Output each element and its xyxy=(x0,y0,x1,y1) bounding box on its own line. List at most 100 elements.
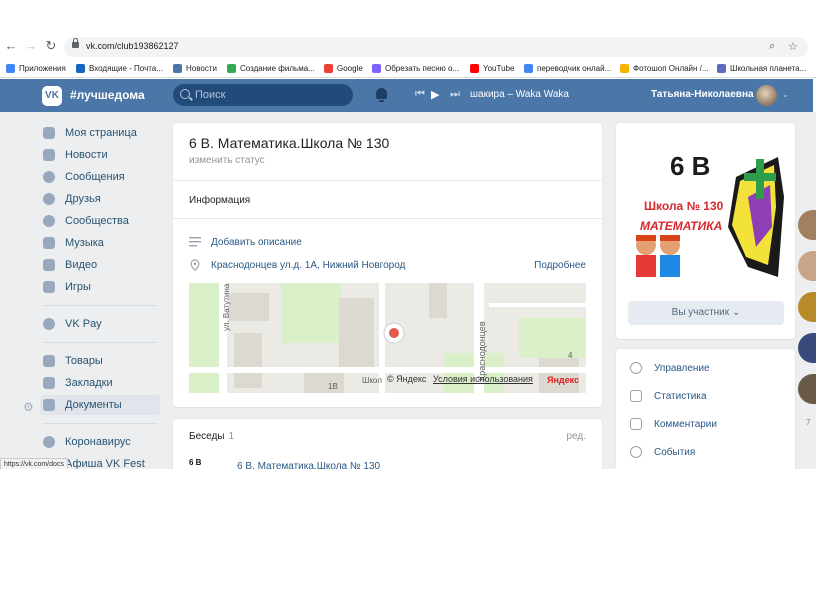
bookmark-star-icon[interactable]: ☆ xyxy=(788,40,798,53)
menu-item-my-page[interactable]: Моя страница xyxy=(40,123,160,143)
photoshop-icon xyxy=(620,63,629,73)
chats-header[interactable]: Беседы 1 xyxy=(189,431,234,442)
menu-item-coronavirus[interactable]: Коронавирус xyxy=(40,432,160,452)
zoom-icon[interactable]: ⌕ xyxy=(769,40,775,53)
map-building-label: 4 xyxy=(568,351,573,360)
mail-icon xyxy=(76,63,85,73)
cover-title: 6 В xyxy=(670,151,711,181)
location-map[interactable]: ул. Ватутина Краснодонцев 1В Школ 4 © Ян… xyxy=(189,283,586,393)
bookmarks-icon xyxy=(43,377,55,389)
chevron-down-icon: ⌄ xyxy=(731,307,741,318)
reload-icon[interactable]: ↻ xyxy=(44,39,58,53)
film-icon xyxy=(227,63,236,73)
gear-icon xyxy=(630,362,642,374)
current-track[interactable]: шакира – Waka Waka xyxy=(470,89,569,100)
manage-item-statistics[interactable]: Статистика xyxy=(630,390,707,402)
map-terms-link[interactable]: Условия использования xyxy=(433,374,533,384)
menu-item-friends[interactable]: Друзья xyxy=(40,189,160,209)
bell-icon[interactable] xyxy=(376,88,387,102)
menu-item-vkpay[interactable]: VK Pay xyxy=(40,314,160,334)
menu-divider xyxy=(43,423,157,424)
description-icon xyxy=(189,237,201,247)
planet-icon xyxy=(717,63,726,73)
strip-count[interactable]: 7 xyxy=(806,418,810,427)
map-building-label: 1В xyxy=(328,382,338,391)
address-bar-row: ← → ↻ vk.com/club193862127 ⌕ ☆ xyxy=(0,35,816,59)
lock-icon xyxy=(72,38,79,48)
manage-item-events[interactable]: События xyxy=(630,446,695,458)
omnibox[interactable]: vk.com/club193862127 ⌕ ☆ xyxy=(64,37,808,57)
vk-header: VK #лучшедома Поиск ⏮ ▶ ⏭ шакира – Waka … xyxy=(0,79,813,112)
menu-item-communities[interactable]: Сообщества xyxy=(40,211,160,231)
menu-item-games[interactable]: Игры xyxy=(40,277,160,297)
menu-item-video[interactable]: Видео xyxy=(40,255,160,275)
statistics-icon xyxy=(630,390,642,402)
bookmark-film[interactable]: Создание фильма... xyxy=(227,62,315,74)
menu-divider xyxy=(43,342,157,343)
bookmark-google[interactable]: Google xyxy=(324,62,363,74)
chat-avatar[interactable]: 6 B xyxy=(189,456,227,470)
divider xyxy=(173,180,602,181)
menu-item-music[interactable]: Музыка xyxy=(40,233,160,253)
coronavirus-icon xyxy=(43,436,55,448)
bookmark-photoshop[interactable]: Фотошоп Онлайн /... xyxy=(620,62,709,74)
communities-icon xyxy=(43,215,55,227)
more-link[interactable]: Подробнее xyxy=(534,260,586,271)
goods-icon xyxy=(43,355,55,367)
apps-icon xyxy=(6,63,15,73)
menu-item-messages[interactable]: Сообщения xyxy=(40,167,160,187)
add-description-row[interactable]: Добавить описание xyxy=(189,236,302,248)
bookmark-mail[interactable]: Входящие - Почта... xyxy=(76,62,163,74)
prev-track-icon[interactable]: ⏮ xyxy=(415,88,425,101)
edit-status-link[interactable]: изменить статус xyxy=(189,155,265,166)
member-button[interactable]: Вы участник ⌄ xyxy=(628,301,784,325)
bookmark-translator[interactable]: переводчик онлай... xyxy=(524,62,611,74)
manage-item-comments[interactable]: Комментарии xyxy=(630,418,717,430)
next-track-icon[interactable]: ⏭ xyxy=(450,88,460,101)
search-input[interactable]: Поиск xyxy=(173,84,353,106)
user-avatar[interactable] xyxy=(756,85,777,106)
chats-count: 1 xyxy=(228,431,235,442)
vk-icon xyxy=(173,63,182,73)
cover-subject: МАТЕМАТИКА xyxy=(640,219,723,233)
hashtag-banner[interactable]: #лучшедома xyxy=(70,88,145,102)
chevron-down-icon[interactable]: ⌄ xyxy=(782,90,789,99)
bookmark-cut-song[interactable]: Обрезать песню о... xyxy=(372,62,459,74)
cover-school: Школа № 130 xyxy=(644,199,724,213)
bookmark-apps[interactable]: Приложения xyxy=(6,62,66,74)
gear-icon[interactable]: ⚙ xyxy=(23,400,34,414)
news-icon xyxy=(43,149,55,161)
group-cover-image[interactable]: 6 В Школа № 130 МАТЕМАТИКА xyxy=(628,137,784,287)
search-placeholder: Поиск xyxy=(195,89,226,101)
video-icon xyxy=(43,259,55,271)
chats-edit-link[interactable]: ред. xyxy=(566,431,586,442)
vk-logo[interactable]: VK xyxy=(42,86,62,106)
bookmark-youtube[interactable]: YouTube xyxy=(470,62,514,74)
bookmark-news[interactable]: Новости xyxy=(173,62,217,74)
tab-information[interactable]: Информация xyxy=(189,195,250,206)
menu-item-documents[interactable]: Документы xyxy=(40,395,160,415)
map-street-label: Краснодонцев xyxy=(477,321,487,381)
manage-item-settings[interactable]: Управление xyxy=(630,362,710,374)
back-icon[interactable]: ← xyxy=(4,39,18,53)
address-link[interactable]: Краснодонцев ул.д. 1А, Нижний Новгород xyxy=(211,260,405,271)
url-text[interactable]: vk.com/club193862127 xyxy=(86,41,179,51)
address-row[interactable]: Краснодонцев ул.д. 1А, Нижний Новгород xyxy=(189,259,405,271)
bookmark-school-planet[interactable]: Школьная планета... xyxy=(717,62,806,74)
menu-item-bookmarks[interactable]: Закладки xyxy=(40,373,160,393)
vkpay-icon xyxy=(43,318,55,330)
page-title: 6 В. Математика.Школа № 130 xyxy=(189,135,390,151)
forward-icon[interactable]: → xyxy=(24,39,38,53)
bookmarks-bar: Приложения Входящие - Почта... Новости С… xyxy=(0,58,816,78)
user-name[interactable]: Татьяна-Николаевна xyxy=(651,89,754,100)
menu-item-news[interactable]: Новости xyxy=(40,145,160,165)
add-description-link[interactable]: Добавить описание xyxy=(211,237,302,248)
events-icon xyxy=(630,446,642,458)
divider xyxy=(173,218,602,219)
group-cover-card: 6 В Школа № 130 МАТЕМАТИКА Вы участник ⌄ xyxy=(616,123,795,339)
messages-icon xyxy=(43,171,55,183)
play-icon[interactable]: ▶ xyxy=(431,88,439,101)
youtube-icon xyxy=(470,63,479,73)
location-pin-icon xyxy=(190,259,200,271)
menu-item-goods[interactable]: Товары xyxy=(40,351,160,371)
